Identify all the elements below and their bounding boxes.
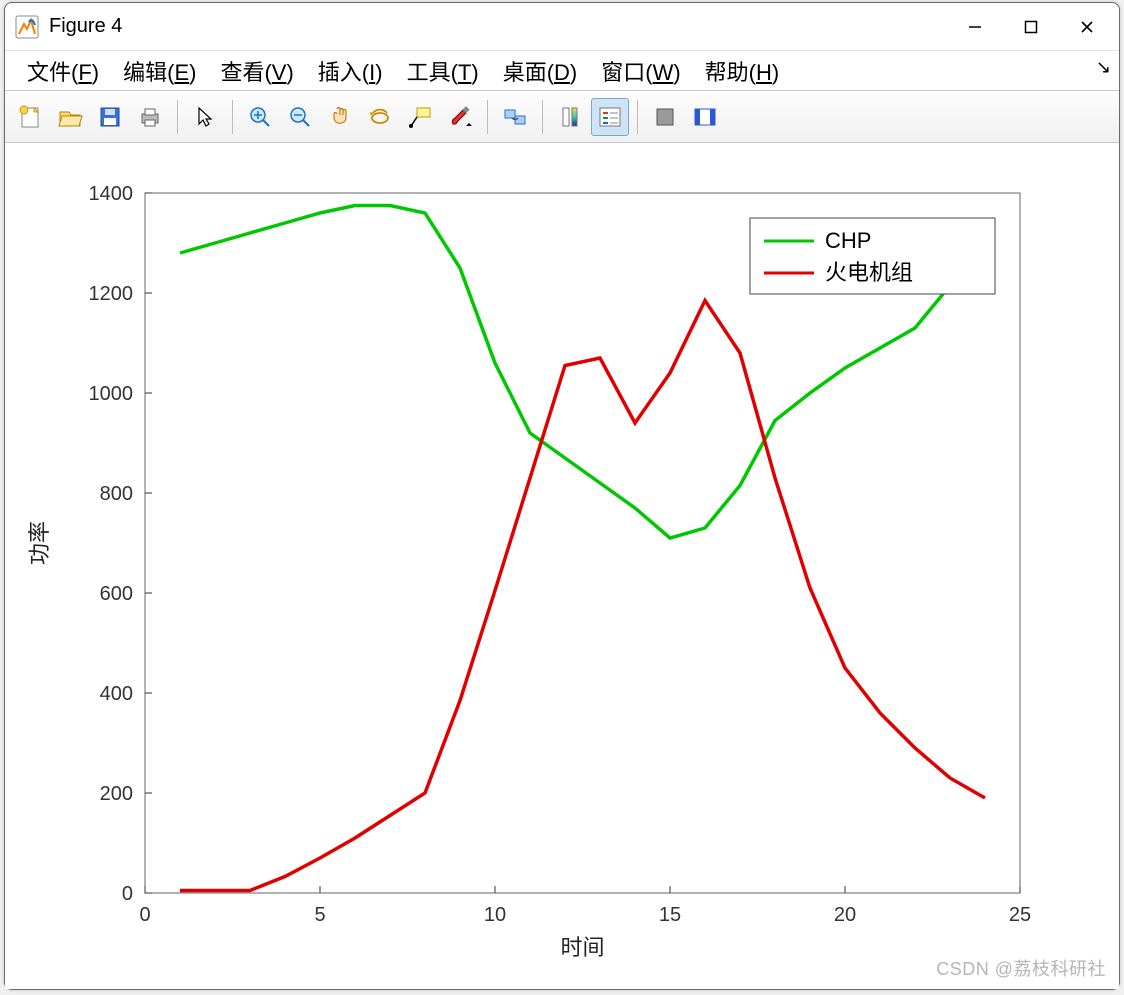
brush-button[interactable]: [441, 98, 479, 136]
x-tick: 0: [139, 904, 150, 926]
x-tick: 15: [659, 904, 681, 926]
x-tick: 10: [484, 904, 506, 926]
menu-edit[interactable]: 编辑(E): [111, 55, 208, 87]
y-axis-label: 功率: [27, 521, 52, 565]
new-figure-button[interactable]: [11, 98, 49, 136]
pointer-button[interactable]: [186, 98, 224, 136]
dock-arrow-icon[interactable]: ↘: [1096, 57, 1111, 78]
y-tick: 1200: [89, 283, 134, 305]
chart-svg: 0 5 10 15 20 25 0 200 400 600 800 1000 1200 1400 时间 功率 C…: [5, 143, 1119, 987]
menu-window[interactable]: 窗口(W): [589, 55, 692, 87]
hide-tools-button[interactable]: [646, 98, 684, 136]
y-tick: 800: [100, 483, 133, 505]
window-title: Figure 4: [49, 15, 122, 38]
titlebar[interactable]: Figure 4: [5, 3, 1119, 51]
plot-box: [145, 193, 1020, 893]
rotate-button[interactable]: [361, 98, 399, 136]
menu-file[interactable]: 文件(F): [15, 55, 111, 87]
y-tick: 1400: [89, 183, 134, 205]
print-button[interactable]: [131, 98, 169, 136]
legend-button[interactable]: [591, 98, 629, 136]
x-axis-label: 时间: [560, 935, 604, 960]
legend-label: 火电机组: [825, 260, 913, 285]
colorbar-button[interactable]: [551, 98, 589, 136]
menu-tools[interactable]: 工具(T): [395, 55, 491, 87]
minimize-button[interactable]: [947, 7, 1003, 47]
menubar: 文件(F) 编辑(E) 查看(V) 插入(I) 工具(T) 桌面(D) 窗口(W…: [5, 51, 1119, 91]
axes-area[interactable]: 0 5 10 15 20 25 0 200 400 600 800 1000 1200 1400 时间 功率 C…: [5, 143, 1119, 989]
x-tick: 5: [314, 904, 325, 926]
toolbar: [5, 91, 1119, 143]
plot-editor-button[interactable]: [686, 98, 724, 136]
open-button[interactable]: [51, 98, 89, 136]
y-tick: 0: [122, 883, 133, 905]
y-tick: 600: [100, 583, 133, 605]
legend-label: CHP: [825, 228, 871, 253]
link-button[interactable]: [496, 98, 534, 136]
menu-help[interactable]: 帮助(H): [693, 55, 792, 87]
datatip-button[interactable]: [401, 98, 439, 136]
menu-insert[interactable]: 插入(I): [306, 55, 395, 87]
menu-desktop[interactable]: 桌面(D): [491, 55, 590, 87]
y-tick: 200: [100, 783, 133, 805]
figure-window: Figure 4 文件(F) 编辑(E) 查看(V) 插入(I) 工具(T) 桌…: [4, 2, 1120, 990]
y-tick: 1000: [89, 383, 134, 405]
x-tick: 20: [834, 904, 856, 926]
y-tick: 400: [100, 683, 133, 705]
close-button[interactable]: [1059, 7, 1115, 47]
menu-view[interactable]: 查看(V): [208, 55, 305, 87]
pan-button[interactable]: [321, 98, 359, 136]
zoom-in-button[interactable]: [241, 98, 279, 136]
maximize-button[interactable]: [1003, 7, 1059, 47]
save-button[interactable]: [91, 98, 129, 136]
zoom-out-button[interactable]: [281, 98, 319, 136]
matlab-icon: [15, 15, 39, 39]
x-tick: 25: [1009, 904, 1031, 926]
